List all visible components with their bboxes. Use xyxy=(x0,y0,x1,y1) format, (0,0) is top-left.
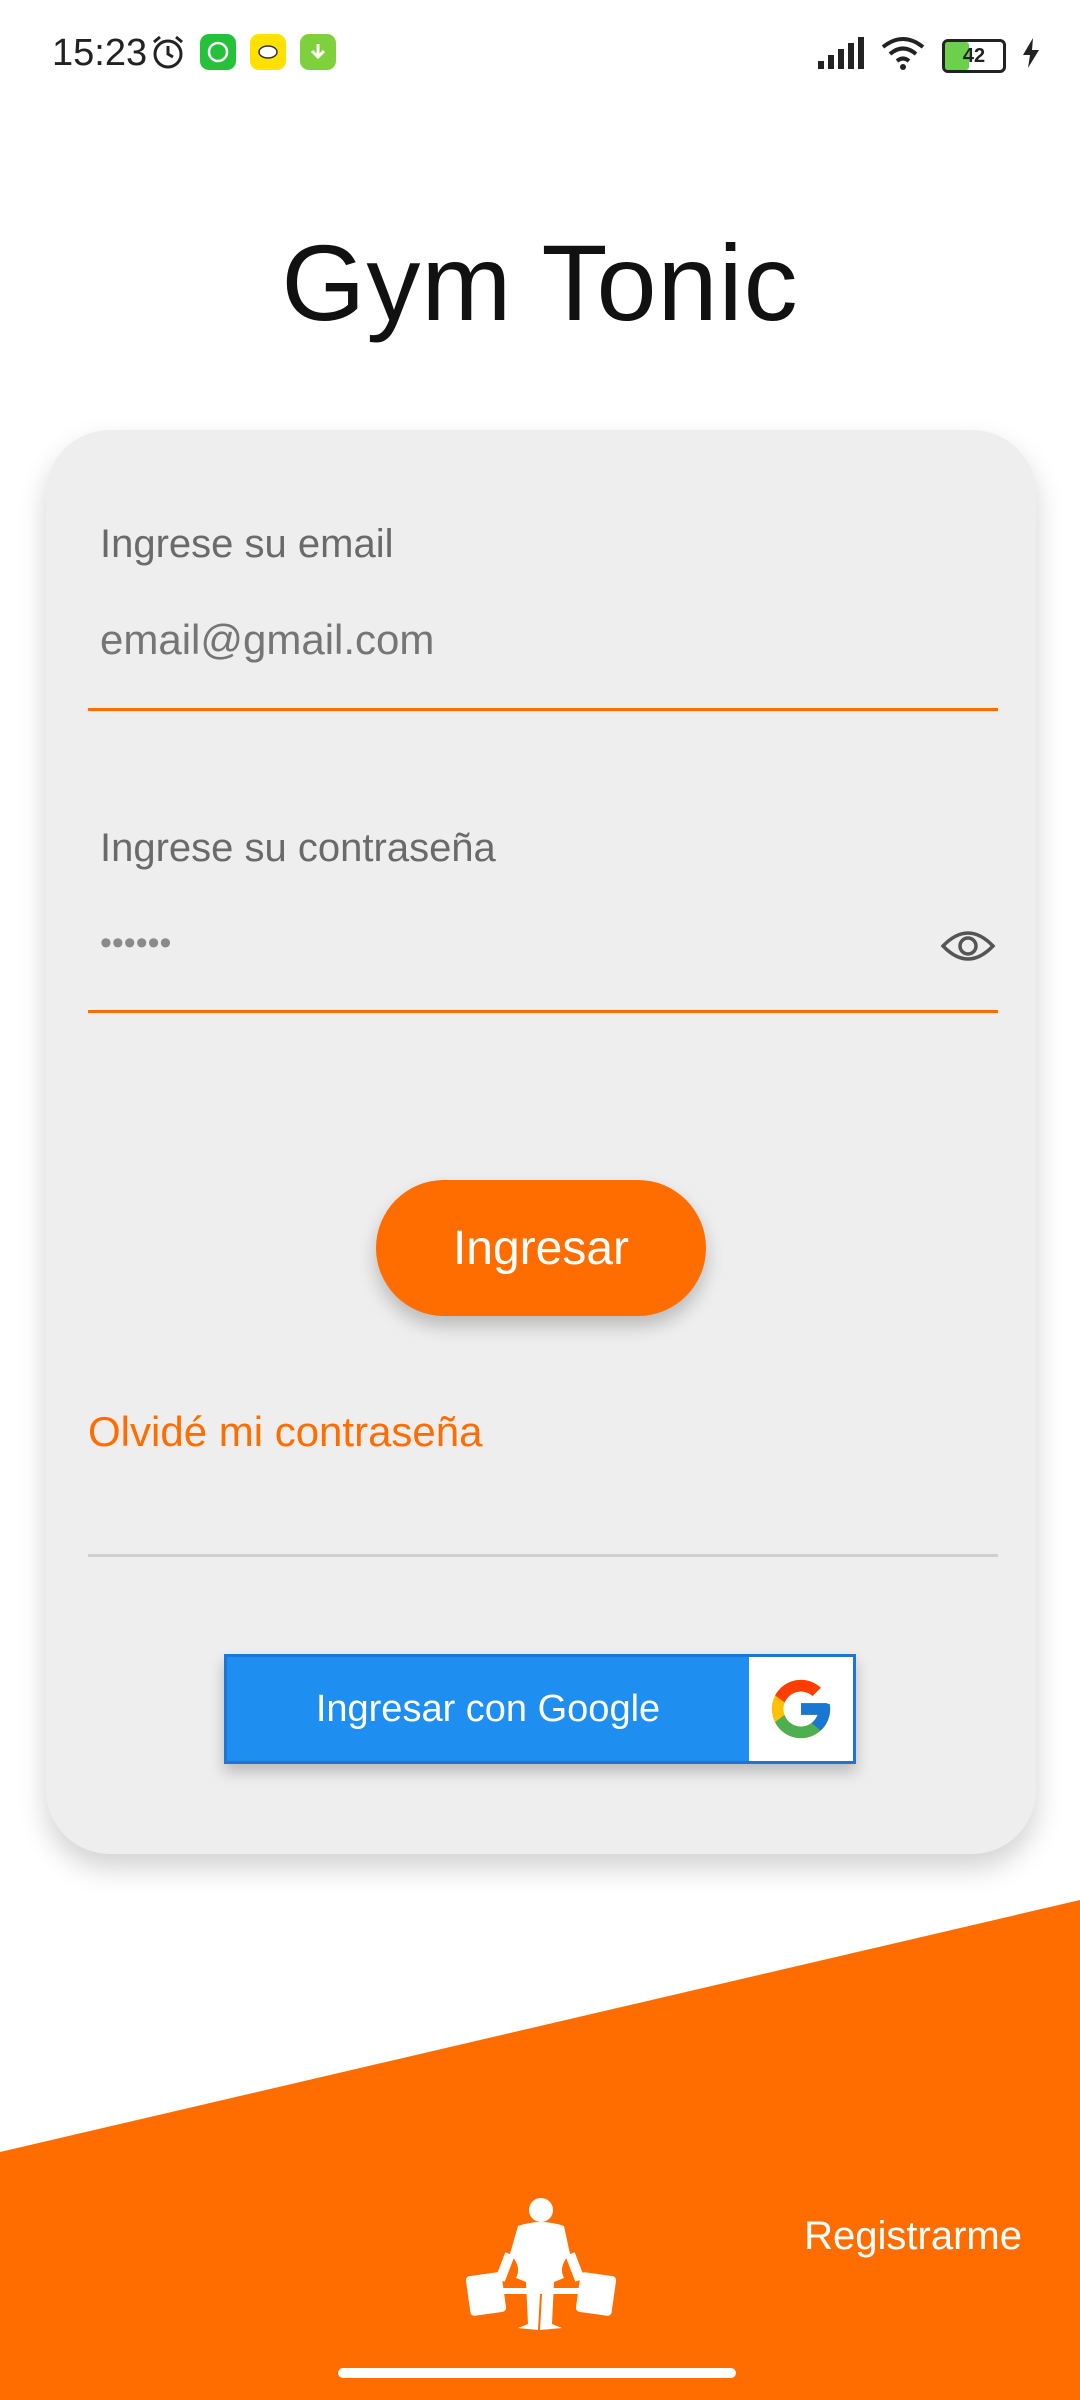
emoji-app-icon xyxy=(250,34,286,70)
email-field[interactable] xyxy=(100,616,980,664)
google-g-icon xyxy=(749,1657,853,1761)
status-notification-icons xyxy=(150,34,336,70)
divider xyxy=(88,1554,998,1557)
login-button[interactable]: Ingresar xyxy=(376,1180,706,1316)
password-label: Ingrese su contraseña xyxy=(100,826,496,870)
alarm-icon xyxy=(150,34,186,70)
forgot-password-link[interactable]: Olvidé mi contraseña xyxy=(88,1408,483,1456)
wifi-icon xyxy=(880,36,926,75)
charging-icon xyxy=(1022,38,1040,73)
google-signin-label: Ingresar con Google xyxy=(315,1687,661,1730)
status-time: 15:23 xyxy=(52,32,148,74)
app-title: Gym Tonic xyxy=(281,222,799,343)
password-underline xyxy=(88,1010,998,1013)
register-link[interactable]: Registrarme xyxy=(804,2214,1022,2259)
home-indicator[interactable] xyxy=(338,2368,736,2378)
download-icon xyxy=(300,34,336,70)
battery-level: 42 xyxy=(962,44,986,67)
email-label: Ingrese su email xyxy=(100,522,394,566)
status-bar: 15:23 42 xyxy=(0,0,1080,110)
eye-icon[interactable] xyxy=(940,926,996,966)
signal-icon xyxy=(816,37,864,74)
login-card: Ingrese su email Ingrese su contraseña •… xyxy=(46,430,1036,1854)
google-signin-button[interactable]: Ingresar con Google xyxy=(224,1654,856,1764)
whatsapp-icon xyxy=(200,34,236,70)
password-field[interactable]: •••••• xyxy=(100,924,900,963)
battery-icon: 42 xyxy=(942,38,1006,73)
email-underline xyxy=(88,708,998,711)
weightlifter-icon xyxy=(465,2194,617,2334)
status-system-icons: 42 xyxy=(816,36,1040,75)
